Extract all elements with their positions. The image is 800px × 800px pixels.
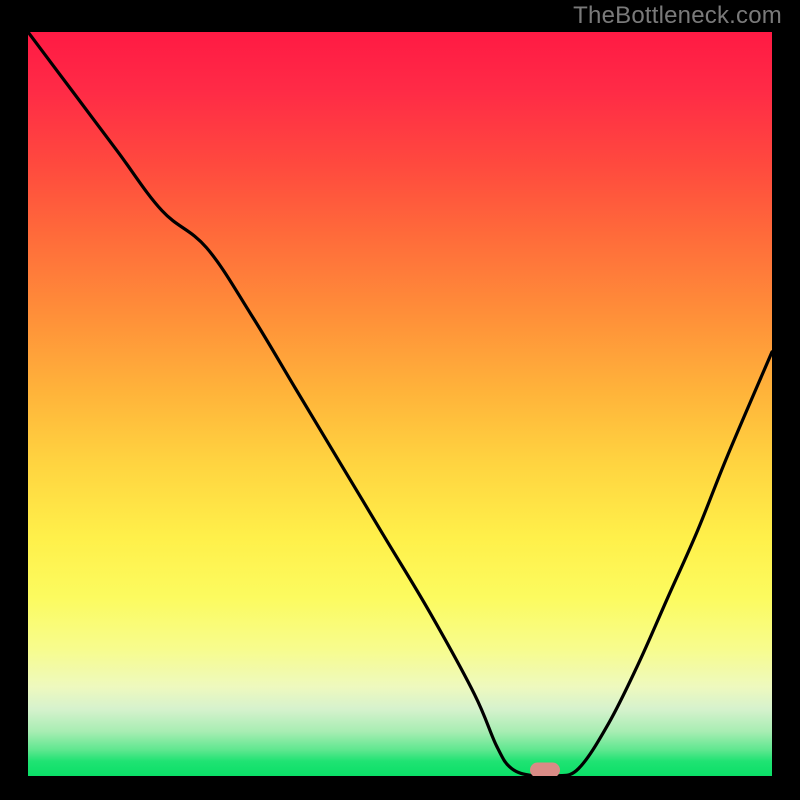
- watermark-text: TheBottleneck.com: [573, 2, 782, 30]
- optimal-point-marker: [530, 763, 560, 777]
- bottleneck-curve: [28, 32, 772, 776]
- plot-area: [28, 32, 772, 776]
- chart-container: TheBottleneck.com: [0, 0, 800, 800]
